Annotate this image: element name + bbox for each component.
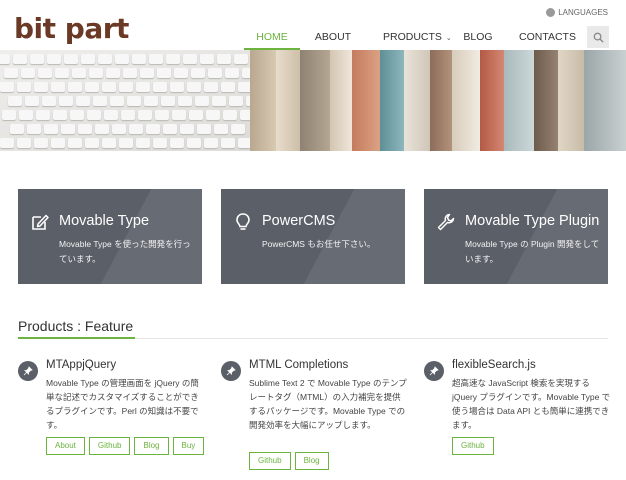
feature-movable-type[interactable]: Movable Type Movable Type を使った開発を行っています。 xyxy=(18,189,202,284)
pin-icon xyxy=(221,361,241,381)
product-name[interactable]: MTAppjQuery xyxy=(46,359,116,371)
globe-icon xyxy=(546,8,556,17)
pin-icon xyxy=(18,361,38,381)
languages-label: LANGUAGES xyxy=(558,8,608,17)
github-link-button[interactable]: Github xyxy=(88,437,131,455)
site-logo[interactable]: bit part xyxy=(14,14,129,44)
hero-banner-image xyxy=(0,50,626,151)
feature-description: PowerCMS もお任せ下さい。 xyxy=(262,239,376,249)
chevron-down-icon: ⌄ xyxy=(445,35,452,42)
github-link-button[interactable]: Github xyxy=(452,437,494,455)
search-icon xyxy=(593,32,604,43)
section-title: Products : Feature xyxy=(18,318,134,334)
section-divider xyxy=(135,338,608,339)
lightbulb-icon xyxy=(236,213,250,230)
feature-movable-type-plugin[interactable]: Movable Type Plugin Movable Type の Plugi… xyxy=(424,189,608,284)
product-description: Movable Type の管理画面を jQuery の簡単な記述でカスタマイズ… xyxy=(46,378,199,430)
buy-link-button[interactable]: Buy xyxy=(172,437,205,455)
feature-title: PowerCMS xyxy=(262,213,336,229)
wrench-icon xyxy=(437,213,455,231)
product-links: Github xyxy=(452,437,494,455)
feature-powercms[interactable]: PowerCMS PowerCMS もお任せ下さい。 xyxy=(221,189,405,284)
nav-blog[interactable]: BLOG xyxy=(452,28,504,50)
section-underline xyxy=(18,337,135,339)
nav-home[interactable]: HOME xyxy=(244,28,300,50)
edit-icon xyxy=(32,214,49,230)
main-nav: HOME ABOUT PRODUCTS ⌄ BLOG CONTACTS xyxy=(244,28,586,50)
nav-products-label: PRODUCTS xyxy=(383,31,442,43)
blog-link-button[interactable]: Blog xyxy=(134,437,169,455)
feature-title: Movable Type Plugin xyxy=(465,213,600,229)
blog-link-button[interactable]: Blog xyxy=(294,452,329,470)
feature-description: Movable Type を使った開発を行っています。 xyxy=(59,239,191,264)
product-name[interactable]: MTML Completions xyxy=(249,359,348,371)
product-links: Github Blog xyxy=(249,452,329,470)
product-description: 超高速な JavaScript 検索を実現する jQuery プラグインです。M… xyxy=(452,378,611,430)
books-image xyxy=(250,50,626,151)
nav-contacts[interactable]: CONTACTS xyxy=(508,28,586,50)
github-link-button[interactable]: Github xyxy=(249,452,291,470)
nav-about[interactable]: ABOUT xyxy=(302,28,364,50)
search-button[interactable] xyxy=(587,26,609,48)
product-description: Sublime Text 2 で Movable Type のテンプレートタグ（… xyxy=(249,378,407,430)
feature-boxes: Movable Type Movable Type を使った開発を行っています。… xyxy=(18,189,608,284)
keyboard-image xyxy=(0,50,260,151)
pin-icon xyxy=(424,361,444,381)
feature-description: Movable Type の Plugin 開発をしています。 xyxy=(465,239,600,264)
product-name[interactable]: flexibleSearch.js xyxy=(452,359,536,371)
feature-title: Movable Type xyxy=(59,213,150,229)
about-link-button[interactable]: About xyxy=(46,437,85,455)
product-links: About Github Blog Buy xyxy=(46,437,205,455)
nav-products[interactable]: PRODUCTS ⌄ xyxy=(372,28,452,50)
languages-switcher[interactable]: LANGUAGES xyxy=(546,8,608,17)
site-header: bit part LANGUAGES HOME ABOUT PRODUCTS ⌄ … xyxy=(0,0,626,50)
